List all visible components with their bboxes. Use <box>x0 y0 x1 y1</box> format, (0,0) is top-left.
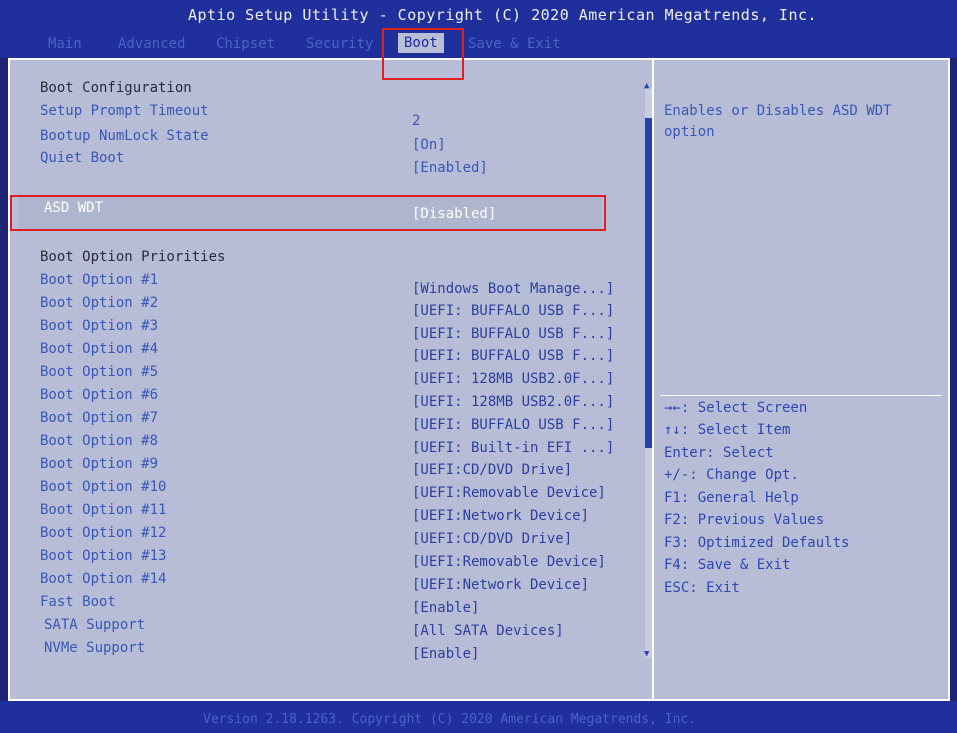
bootup-numlock-label[interactable]: Bootup NumLock State <box>40 128 209 144</box>
sata-support-label[interactable]: SATA Support <box>44 617 145 633</box>
header-bar: Aptio Setup Utility - Copyright (C) 2020… <box>0 0 957 58</box>
boot-option-3-label[interactable]: Boot Option #3 <box>40 318 158 334</box>
tab-advanced[interactable]: Advanced <box>118 36 185 52</box>
tab-boot[interactable]: Boot <box>398 33 444 53</box>
tab-security[interactable]: Security <box>306 36 373 52</box>
asd-wdt-label[interactable]: ASD WDT <box>44 200 103 216</box>
scroll-up-arrow-icon[interactable]: ▲ <box>644 82 649 91</box>
bootup-numlock-value[interactable]: [On] <box>412 137 446 153</box>
window-title: Aptio Setup Utility - Copyright (C) 2020… <box>188 6 818 24</box>
boot-option-8-value[interactable]: [UEFI: Built-in EFI ...] <box>412 440 614 456</box>
tab-save-exit[interactable]: Save & Exit <box>468 36 561 52</box>
quiet-boot-value[interactable]: [Enabled] <box>412 160 488 176</box>
boot-option-11-value[interactable]: [UEFI:Network Device] <box>412 508 589 524</box>
nvme-support-label[interactable]: NVMe Support <box>44 640 145 656</box>
boot-option-11-label[interactable]: Boot Option #11 <box>40 502 166 518</box>
scroll-thumb[interactable] <box>645 118 652 448</box>
boot-option-7-value[interactable]: [UEFI: BUFFALO USB F...] <box>412 417 614 433</box>
boot-option-10-label[interactable]: Boot Option #10 <box>40 479 166 495</box>
scrollbar[interactable]: ▲ ▼ <box>644 82 652 659</box>
boot-option-4-value[interactable]: [UEFI: BUFFALO USB F...] <box>412 348 614 364</box>
boot-option-12-value[interactable]: [UEFI:CD/DVD Drive] <box>412 531 572 547</box>
boot-option-12-label[interactable]: Boot Option #12 <box>40 525 166 541</box>
boot-option-2-value[interactable]: [UEFI: BUFFALO USB F...] <box>412 303 614 319</box>
boot-option-8-label[interactable]: Boot Option #8 <box>40 433 158 449</box>
setup-prompt-timeout-label[interactable]: Setup Prompt Timeout <box>40 103 209 119</box>
key-hint-enter: Enter: Select <box>664 445 774 461</box>
boot-option-1-label[interactable]: Boot Option #1 <box>40 272 158 288</box>
boot-option-14-value[interactable]: [UEFI:Network Device] <box>412 577 589 593</box>
quiet-boot-label[interactable]: Quiet Boot <box>40 150 124 166</box>
boot-option-5-value[interactable]: [UEFI: 128MB USB2.0F...] <box>412 371 614 387</box>
key-hint-f1: F1: General Help <box>664 490 799 506</box>
tab-main[interactable]: Main <box>48 36 82 52</box>
scroll-down-arrow-icon[interactable]: ▼ <box>644 650 649 659</box>
footer-text: Version 2.18.1263. Copyright (C) 2020 Am… <box>203 712 697 727</box>
key-hint-select-item: ↑↓: Select Item <box>664 422 791 438</box>
boot-option-2-label[interactable]: Boot Option #2 <box>40 295 158 311</box>
boot-option-1-value[interactable]: [Windows Boot Manage...] <box>412 281 614 297</box>
boot-option-10-value[interactable]: [UEFI:Removable Device] <box>412 485 606 501</box>
help-text-line2: option <box>664 124 715 140</box>
fast-boot-value[interactable]: [Enable] <box>412 600 479 616</box>
key-hint-f3: F3: Optimized Defaults <box>664 535 850 551</box>
tab-chipset[interactable]: Chipset <box>216 36 275 52</box>
boot-option-6-label[interactable]: Boot Option #6 <box>40 387 158 403</box>
sata-support-value[interactable]: [All SATA Devices] <box>412 623 564 639</box>
boot-option-priorities-heading: Boot Option Priorities <box>40 249 226 265</box>
boot-option-13-value[interactable]: [UEFI:Removable Device] <box>412 554 606 570</box>
boot-option-13-label[interactable]: Boot Option #13 <box>40 548 166 564</box>
boot-option-6-value[interactable]: [UEFI: 128MB USB2.0F...] <box>412 394 614 410</box>
help-text-line1: Enables or Disables ASD WDT <box>664 103 892 119</box>
setup-prompt-timeout-value[interactable]: 2 <box>412 113 420 129</box>
nvme-support-value[interactable]: [Enable] <box>412 646 479 662</box>
boot-option-9-value[interactable]: [UEFI:CD/DVD Drive] <box>412 462 572 478</box>
boot-option-3-value[interactable]: [UEFI: BUFFALO USB F...] <box>412 326 614 342</box>
panel-divider <box>652 58 654 701</box>
asd-wdt-value[interactable]: [Disabled] <box>412 206 496 222</box>
key-hint-f4: F4: Save & Exit <box>664 557 791 573</box>
boot-option-7-label[interactable]: Boot Option #7 <box>40 410 158 426</box>
boot-option-9-label[interactable]: Boot Option #9 <box>40 456 158 472</box>
key-hint-esc: ESC: Exit <box>664 580 740 596</box>
help-separator <box>660 395 942 396</box>
boot-option-5-label[interactable]: Boot Option #5 <box>40 364 158 380</box>
selected-row-background <box>18 197 602 231</box>
key-hint-change-opt: +/-: Change Opt. <box>664 467 799 483</box>
fast-boot-label[interactable]: Fast Boot <box>40 594 116 610</box>
key-hint-select-screen: →←: Select Screen <box>664 400 808 416</box>
key-hint-f2: F2: Previous Values <box>664 512 825 528</box>
boot-configuration-heading: Boot Configuration <box>40 80 192 96</box>
bios-screen: Aptio Setup Utility - Copyright (C) 2020… <box>0 0 957 733</box>
boot-option-14-label[interactable]: Boot Option #14 <box>40 571 166 587</box>
boot-option-4-label[interactable]: Boot Option #4 <box>40 341 158 357</box>
